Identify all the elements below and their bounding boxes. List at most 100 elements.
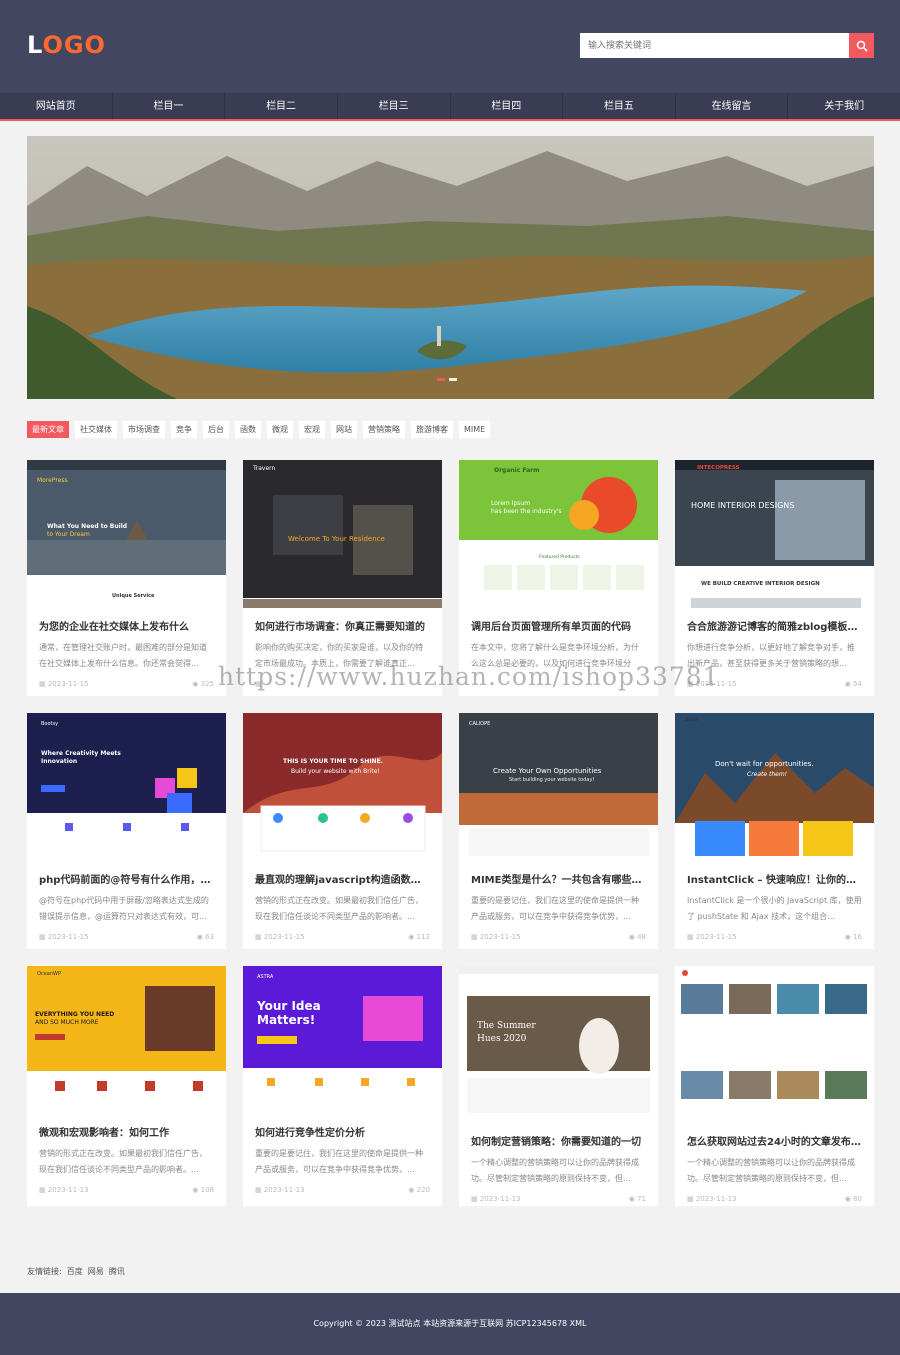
article-title[interactable]: 怎么获取网站过去24小时的文章发布数量	[687, 1133, 862, 1148]
article-card[interactable]: THIS IS YOUR TIME TO SHINE. Build your w…	[243, 713, 442, 949]
nav-item-column-3[interactable]: 栏目三	[338, 93, 451, 119]
article-card[interactable]: Travern Welcome To Your Residence 如何进行市场…	[243, 460, 442, 696]
article-card[interactable]: ASTRA Your Idea Matters! 如何进行竞争性定价分析 重要的…	[243, 966, 442, 1206]
calendar-icon: ▦	[687, 680, 696, 688]
search-button[interactable]	[849, 33, 874, 58]
article-title[interactable]: 如何进行市场调查：你真正需要知道的	[255, 618, 430, 633]
eye-icon: ◉	[196, 933, 206, 941]
nav-item-column-5[interactable]: 栏目五	[563, 93, 676, 119]
article-title[interactable]: 如何制定营销策略：你需要知道的一切	[471, 1133, 646, 1148]
search-icon	[856, 40, 868, 52]
hero-banner[interactable]	[27, 136, 874, 399]
tag-backend[interactable]: 后台	[203, 421, 229, 438]
tag-competition[interactable]: 竞争	[171, 421, 197, 438]
article-card[interactable]: Organic Farm Lorem Ipsum has been the in…	[459, 460, 658, 696]
article-card[interactable]: Bona Don't wait for opportunities. Creat…	[675, 713, 874, 949]
article-excerpt: 一个精心调整的营销策略可以让你的品牌获得成功。尽管制定营销策略的原则保持不变，但…	[687, 1158, 855, 1183]
eye-icon: ◉	[408, 933, 417, 941]
article-card[interactable]: Bootsy Where Creativity Meets Innovation…	[27, 713, 226, 949]
article-thumbnail[interactable]: Bona Don't wait for opportunities. Creat…	[675, 713, 874, 861]
article-excerpt: 在本文中，您将了解什么是竞争环境分析，为什么这么总是必要的，以及如何进行竞争环境…	[471, 643, 639, 668]
article-thumbnail[interactable]: INTECOPRESS HOME INTERIOR DESIGNS WE BUI…	[675, 460, 874, 608]
article-thumbnail[interactable]: CALIOPE Create Your Own Opportunities St…	[459, 713, 658, 861]
tag-function[interactable]: 函数	[235, 421, 261, 438]
article-thumbnail[interactable]: MorePress What You Need to Build to Your…	[27, 460, 226, 608]
eye-icon: ◉	[628, 933, 638, 941]
article-title[interactable]: 合合旅游游记博客的简雅zblog模板主题	[687, 618, 862, 633]
article-meta: ▦ 2023-11-13 ◉ 220	[255, 1186, 430, 1194]
nav-item-column-2[interactable]: 栏目二	[225, 93, 338, 119]
article-title[interactable]: 最直观的理解javascript构造函数和普…	[255, 871, 430, 886]
article-card[interactable]: OceanWP EVERYTHING YOU NEED AND SO MUCH …	[27, 966, 226, 1206]
tag-latest[interactable]: 最新文章	[27, 421, 69, 438]
calendar-icon: ▦	[39, 680, 48, 688]
eye-icon: ◉	[844, 933, 854, 941]
article-title[interactable]: 为您的企业在社交媒体上发布什么	[39, 618, 214, 633]
nav-item-about[interactable]: 关于我们	[788, 93, 900, 119]
article-title[interactable]: 微观和宏观影响者：如何工作	[39, 1124, 214, 1139]
article-date: ▦ 2023-11-13	[255, 1186, 305, 1194]
article-title[interactable]: php代码前面的@符号有什么作用，@…	[39, 871, 214, 886]
article-views: ◉ 80	[844, 1195, 862, 1203]
eye-icon: ◉	[844, 680, 854, 688]
friend-link[interactable]: 百度	[67, 1266, 83, 1277]
tag-marketing[interactable]: 营销策略	[363, 421, 405, 438]
article-date: ▦ 2023-11-15	[471, 933, 521, 941]
tag-mime[interactable]: MIME	[459, 421, 491, 438]
calendar-icon: ▦	[255, 680, 262, 688]
svg-text:Hues 2020: Hues 2020	[477, 1034, 527, 1044]
svg-text:to Your Dream: to Your Dream	[47, 531, 90, 538]
article-title[interactable]: MIME类型是什么？一共包含有哪些类…	[471, 871, 646, 886]
article-thumbnail[interactable]: THIS IS YOUR TIME TO SHINE. Build your w…	[243, 713, 442, 861]
tag-micro[interactable]: 微观	[267, 421, 293, 438]
article-thumbnail[interactable]: Travern Welcome To Your Residence	[243, 460, 442, 608]
article-thumbnail[interactable]	[675, 966, 874, 1123]
article-date: ▦ 2023-11-15	[687, 680, 737, 688]
article-views: ◉ 63	[196, 933, 214, 941]
svg-text:HOME INTERIOR DESIGNS: HOME INTERIOR DESIGNS	[691, 501, 794, 510]
tag-market[interactable]: 市场调查	[123, 421, 165, 438]
friend-link[interactable]: 腾讯	[109, 1266, 125, 1277]
tag-travel[interactable]: 旅游博客	[411, 421, 453, 438]
article-views: ◉ 71	[628, 1195, 646, 1203]
article-thumbnail[interactable]: Bootsy Where Creativity Meets Innovation	[27, 713, 226, 861]
friend-link[interactable]: 网易	[88, 1266, 104, 1277]
article-excerpt: @符号在php代码中用于屏蔽/忽略表达式生成的错误提示信息，@运算符只对表达式有…	[39, 896, 209, 921]
article-date: ▦ 2023-11-15	[39, 680, 89, 688]
calendar-icon: ▦	[255, 933, 264, 941]
tag-social[interactable]: 社交媒体	[75, 421, 117, 438]
nav-item-column-4[interactable]: 栏目四	[451, 93, 564, 119]
tag-website[interactable]: 网站	[331, 421, 357, 438]
article-card[interactable]: CALIOPE Create Your Own Opportunities St…	[459, 713, 658, 949]
article-date: ▦ 2023-11-15	[255, 933, 305, 941]
article-title[interactable]: 如何进行竞争性定价分析	[255, 1124, 430, 1139]
article-card[interactable]: The Summer Hues 2020 如何制定营销策略：你需要知道的一切 一…	[459, 966, 658, 1206]
article-thumbnail[interactable]: OceanWP EVERYTHING YOU NEED AND SO MUCH …	[27, 966, 226, 1114]
article-excerpt: 营销的形式正在改变。如果最初我们信任广告，现在我们信任谈论不同类型产品的影响者。…	[255, 896, 423, 921]
nav-item-home[interactable]: 网站首页	[0, 93, 113, 119]
article-thumbnail[interactable]: ASTRA Your Idea Matters!	[243, 966, 442, 1114]
site-header: LOGO	[0, 0, 900, 93]
banner-dot-2[interactable]	[449, 378, 457, 381]
banner-dot-1[interactable]	[437, 378, 445, 381]
article-card[interactable]: 怎么获取网站过去24小时的文章发布数量 一个精心调整的营销策略可以让你的品牌获得…	[675, 966, 874, 1206]
tag-macro[interactable]: 宏观	[299, 421, 325, 438]
article-title[interactable]: InstantClick – 快速响应！让你的网站…	[687, 871, 862, 886]
site-logo[interactable]: LOGO	[27, 31, 106, 59]
nav-item-column-1[interactable]: 栏目一	[113, 93, 226, 119]
theme-preview-image: CALIOPE Create Your Own Opportunities St…	[459, 713, 658, 861]
article-card[interactable]: MorePress What You Need to Build to Your…	[27, 460, 226, 696]
article-card[interactable]: INTECOPRESS HOME INTERIOR DESIGNS WE BUI…	[675, 460, 874, 696]
article-meta: ▦ 2023-11-13 ◉ 80	[687, 1195, 862, 1203]
svg-text:Featured Products: Featured Products	[539, 554, 580, 560]
article-thumbnail[interactable]: The Summer Hues 2020	[459, 966, 658, 1123]
article-meta: ▦ 2023-11-15 ◉ 48	[471, 933, 646, 941]
article-thumbnail[interactable]: Organic Farm Lorem Ipsum has been the in…	[459, 460, 658, 608]
article-excerpt: 通常，在管理社交账户时，最困难的部分是知道在社交媒体上发布什么信息。你还常会觉得…	[39, 643, 207, 668]
search-box	[580, 33, 874, 58]
article-date: ▦	[255, 680, 262, 688]
svg-text:Start building your website to: Start building your website today!	[509, 777, 594, 783]
article-title[interactable]: 调用后台页面管理所有单页面的代码	[471, 618, 646, 633]
search-input[interactable]	[580, 33, 849, 58]
nav-item-message[interactable]: 在线留言	[676, 93, 789, 119]
